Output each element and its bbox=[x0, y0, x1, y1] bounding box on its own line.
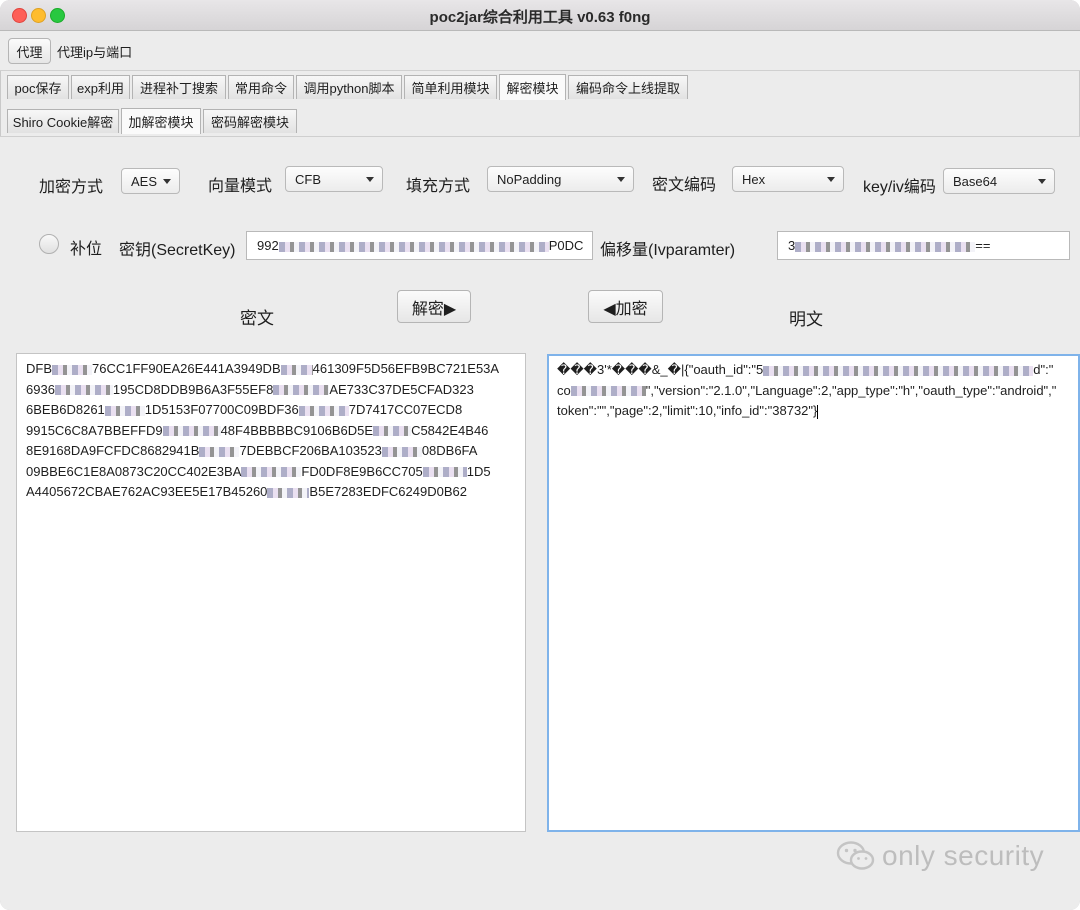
content-panel: 加密方式 AES 向量模式 CFB 填充方式 NoPadding 密文编码 He… bbox=[0, 136, 1080, 910]
proxy-bar: 代理 代理ip与端口 bbox=[0, 31, 1080, 71]
chevron-down-icon bbox=[163, 179, 171, 184]
plain-title: 明文 bbox=[789, 310, 823, 329]
cipher-line: A4405672CBAE762AC93EE5E17B45260 B5E7283ED… bbox=[26, 484, 467, 499]
proxy-label: 代理ip与端口 bbox=[57, 45, 133, 60]
cipher-line: 09BBE6C1E8A0873C20CC402E3BA FD0DF8E9B6CC7… bbox=[26, 463, 491, 479]
chevron-down-icon bbox=[617, 177, 625, 182]
chevron-down-icon bbox=[827, 177, 835, 182]
cipher-line: 8E9168DA9FCFDC8682941B 7DEBBCF206BA103523… bbox=[26, 443, 478, 458]
watermark: only security bbox=[836, 839, 1044, 873]
wechat-icon bbox=[836, 841, 875, 870]
tab-poc-save[interactable]: poc保存 bbox=[7, 75, 69, 99]
secret-key-prefix: 992 bbox=[257, 238, 279, 253]
tab-simple-exploit[interactable]: 简单利用模块 bbox=[404, 75, 497, 99]
app-window: poc2jar综合利用工具 v0.63 f0ng 代理 代理ip与端口 poc保… bbox=[0, 0, 1080, 910]
title-bar: poc2jar综合利用工具 v0.63 f0ng bbox=[0, 0, 1080, 31]
secret-key-suffix: P0DC bbox=[548, 238, 584, 253]
cipher-title: 密文 bbox=[240, 309, 274, 328]
encrypt-method-value: AES bbox=[131, 173, 158, 189]
decrypt-button[interactable]: 解密▶ bbox=[397, 290, 471, 323]
secret-key-input[interactable]: 992 P0DC bbox=[246, 231, 593, 260]
vector-mode-value: CFB bbox=[295, 171, 321, 187]
plain-line: ���3'*���&_�|{"oauth_id":"5 d":" bbox=[557, 362, 1054, 377]
encrypt-method-label: 加密方式 bbox=[39, 179, 104, 196]
pad-label: 补位 bbox=[70, 241, 103, 258]
text-caret bbox=[817, 404, 819, 419]
tab-python-script[interactable]: 调用python脚本 bbox=[296, 75, 402, 99]
tab-encode-command[interactable]: 编码命令上线提取 bbox=[568, 75, 688, 99]
chevron-down-icon bbox=[366, 177, 374, 182]
encrypt-button[interactable]: ◀加密 bbox=[588, 290, 663, 323]
watermark-text: only security bbox=[882, 840, 1045, 871]
plaintext-area[interactable]: ���3'*���&_�|{"oauth_id":"5 d":" co ","ver… bbox=[547, 354, 1080, 832]
plain-line: token":"","page":2,"limit":10,"info_id":… bbox=[557, 403, 819, 419]
tab-exp[interactable]: exp利用 bbox=[71, 75, 130, 99]
keyiv-encoding-select[interactable]: Base64 bbox=[943, 168, 1055, 194]
keyiv-encoding-label: key/iv编码 bbox=[863, 179, 936, 196]
iv-suffix: == bbox=[975, 238, 991, 253]
secret-key-label: 密钥(SecretKey) bbox=[119, 242, 236, 259]
iv-label: 偏移量(Ivparamter) bbox=[600, 242, 736, 259]
tab-password-decrypt[interactable]: 密码解密模块 bbox=[203, 109, 297, 133]
proxy-button[interactable]: 代理 bbox=[8, 38, 51, 64]
window-title: poc2jar综合利用工具 v0.63 f0ng bbox=[429, 9, 651, 26]
cipher-line: 9915C6C8A7BBEFFD9 48F4BBBBBC9106B6D5E C584… bbox=[26, 422, 489, 438]
keyiv-encoding-value: Base64 bbox=[953, 173, 998, 189]
tab-common-commands[interactable]: 常用命令 bbox=[228, 75, 294, 99]
tab-decrypt-module[interactable]: 解密模块 bbox=[499, 74, 566, 100]
padding-select[interactable]: NoPadding bbox=[487, 166, 634, 192]
iv-input[interactable]: 3 == bbox=[777, 231, 1070, 260]
vector-mode-label: 向量模式 bbox=[208, 178, 273, 195]
redacted-blur bbox=[278, 241, 549, 252]
main-tab-bar: poc保存 exp利用 进程补丁搜索 常用命令 调用python脚本 简单利用模… bbox=[0, 72, 1080, 102]
sub-tab-bar: Shiro Cookie解密 加解密模块 密码解密模块 bbox=[0, 106, 1080, 136]
cipher-line: 6936 195CD8DDB9B6A3F55EF8 AE733C37DE5CFAD3… bbox=[26, 381, 474, 397]
cipher-line: 6BEB6D8261 1D5153F07700C09BDF36 7D7417CC07… bbox=[26, 402, 463, 417]
vector-mode-select[interactable]: CFB bbox=[285, 166, 383, 192]
padding-label: 填充方式 bbox=[406, 178, 471, 195]
plain-line: co ","version":"2.1.0","Language":2,"app_… bbox=[557, 382, 1057, 398]
cipher-encoding-value: Hex bbox=[742, 171, 766, 187]
ciphertext-area[interactable]: DFB 76CC1FF90EA26E441A3949DB 461309F5D56EF… bbox=[16, 353, 526, 832]
chevron-down-icon bbox=[1038, 179, 1046, 184]
cipher-line: DFB 76CC1FF90EA26E441A3949DB 461309F5D56EF… bbox=[26, 361, 500, 376]
pad-radio[interactable] bbox=[39, 234, 59, 254]
cipher-encoding-label: 密文编码 bbox=[652, 177, 717, 194]
encrypt-method-select[interactable]: AES bbox=[121, 168, 180, 194]
redacted-blur bbox=[795, 241, 976, 252]
iv-prefix: 3 bbox=[788, 238, 796, 253]
tab-patch-search[interactable]: 进程补丁搜索 bbox=[132, 75, 226, 99]
tab-encrypt-decrypt[interactable]: 加解密模块 bbox=[121, 108, 201, 134]
tab-shiro-cookie[interactable]: Shiro Cookie解密 bbox=[7, 109, 119, 133]
padding-value: NoPadding bbox=[497, 171, 562, 187]
cipher-encoding-select[interactable]: Hex bbox=[732, 166, 844, 192]
